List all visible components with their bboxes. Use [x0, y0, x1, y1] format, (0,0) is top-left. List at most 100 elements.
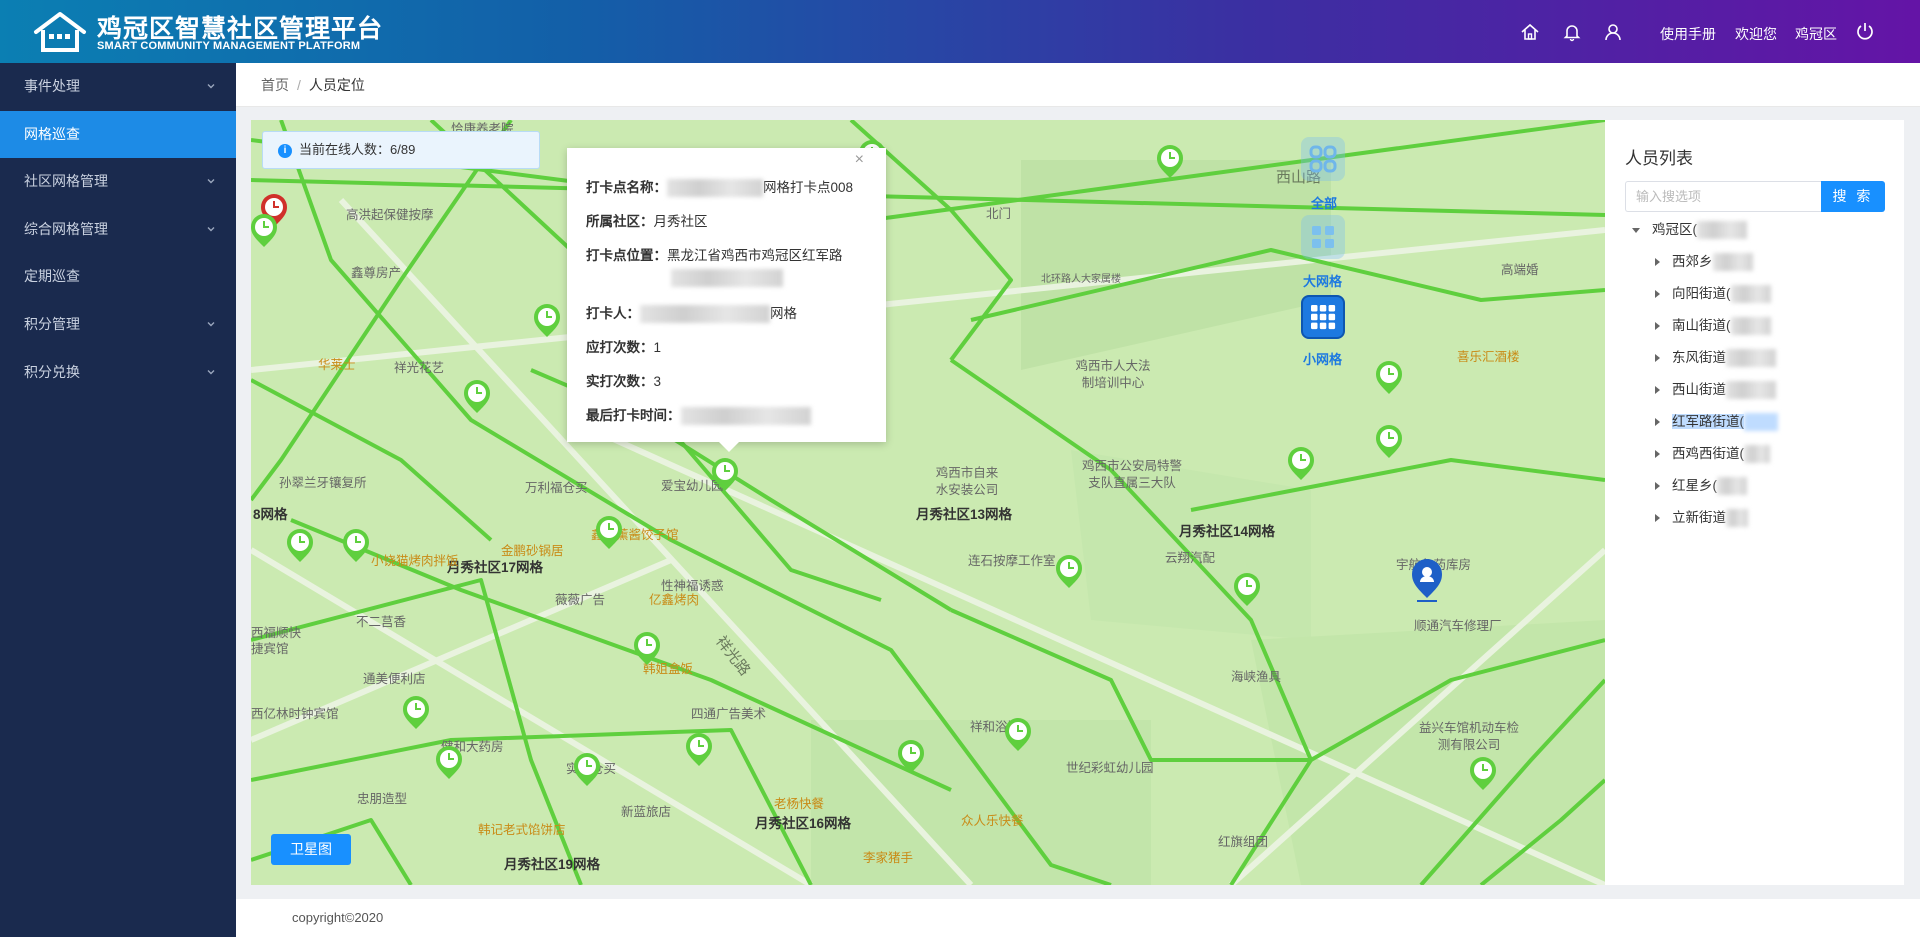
- sidebar-item-event[interactable]: 事件处理: [0, 63, 236, 111]
- poi-label[interactable]: 北门: [986, 203, 1011, 222]
- sidebar-item-points-exchange[interactable]: 积分兑换: [0, 349, 236, 397]
- poi-label[interactable]: 红旗组团: [1218, 831, 1268, 850]
- tree-node[interactable]: 立新街道: [1655, 508, 1748, 528]
- tree-node-label: 东风街道: [1672, 350, 1726, 365]
- poi-label[interactable]: 韩姐盒饭: [643, 658, 693, 677]
- popup-community-value: 月秀社区: [653, 214, 708, 229]
- layer-large-grid-label[interactable]: 大网格: [1303, 271, 1342, 290]
- breadcrumb-current: 人员定位: [308, 77, 365, 93]
- poi-label[interactable]: 世纪彩虹幼儿园: [1066, 757, 1154, 776]
- poi-label[interactable]: 四通广告美术: [691, 703, 766, 722]
- poi-label[interactable]: 孙翠兰牙镶复所: [279, 472, 367, 491]
- poi-label[interactable]: 亿鑫烤肉: [649, 589, 699, 608]
- sidebar-item-label: 社区网格管理: [24, 173, 108, 190]
- layer-large-grid-button[interactable]: [1301, 215, 1345, 259]
- tree-node[interactable]: 向阳街道(: [1655, 284, 1771, 304]
- close-icon[interactable]: ×: [855, 151, 864, 169]
- poi-label[interactable]: 鸡西市人大法制培训中心: [1073, 358, 1153, 392]
- manual-link[interactable]: 使用手册: [1660, 24, 1716, 44]
- poi-label[interactable]: 不二莒香: [356, 611, 406, 630]
- chevron-down-icon: [207, 84, 215, 89]
- poi-label[interactable]: 爱宝幼儿园: [661, 475, 724, 494]
- poi-label[interactable]: 鑫亭薰酱饺子馆: [591, 524, 679, 543]
- poi-label[interactable]: 海峡渔具: [1231, 666, 1281, 685]
- tree-node[interactable]: 红军路街道(: [1655, 412, 1778, 432]
- breadcrumb-home[interactable]: 首页: [261, 77, 289, 93]
- poi-label[interactable]: 忠朋造型: [357, 788, 407, 807]
- power-icon[interactable]: [1855, 21, 1875, 41]
- poi-label[interactable]: 鸡西市公安局特警支队直属三大队: [1077, 458, 1187, 492]
- tree-node[interactable]: 西郊乡: [1655, 252, 1753, 272]
- poi-label[interactable]: 顺通汽车修理厂: [1414, 615, 1502, 634]
- sidebar-item-grid-patrol[interactable]: 网格巡查: [0, 110, 236, 159]
- search-button[interactable]: 搜 索: [1821, 181, 1885, 212]
- sidebar-item-label: 网格巡查: [24, 125, 80, 142]
- poi-label[interactable]: 实惠仓买: [566, 758, 616, 777]
- poi-label[interactable]: 华莱士: [318, 354, 356, 373]
- poi-label[interactable]: 老杨快餐: [774, 793, 824, 812]
- poi-label[interactable]: 祥光花艺: [394, 357, 444, 376]
- poi-label[interactable]: 新蓝旅店: [621, 801, 671, 820]
- poi-label[interactable]: 北环路人大家属楼: [1041, 270, 1121, 285]
- poi-label[interactable]: 韩记老式馅饼店: [478, 819, 566, 838]
- user-icon[interactable]: [1603, 22, 1623, 42]
- poi-label[interactable]: 通美便利店: [363, 668, 426, 687]
- sidebar-item-community-grid[interactable]: 社区网格管理: [0, 158, 236, 206]
- tree-root-node[interactable]: 鸡冠区(: [1632, 220, 1747, 240]
- current-user[interactable]: 鸡冠区: [1795, 24, 1837, 44]
- search-input[interactable]: [1625, 181, 1821, 212]
- poi-label[interactable]: 西亿林时钟宾馆: [251, 703, 339, 722]
- grid-small-icon: [1311, 305, 1336, 330]
- caret-right-icon: [1655, 514, 1660, 523]
- poi-label[interactable]: 高端婚: [1501, 259, 1539, 278]
- tree-node[interactable]: 西山街道: [1655, 380, 1776, 400]
- popup-community-label: 所属社区：: [586, 214, 654, 229]
- tree-node-label: 西郊乡: [1672, 254, 1713, 269]
- poi-label[interactable]: 金鹏砂锅居: [501, 540, 564, 559]
- tree-node-label: 鸡冠区(: [1652, 222, 1697, 237]
- sidebar-item-general-grid[interactable]: 综合网格管理: [0, 206, 236, 254]
- poi-label[interactable]: 鑫尊房产: [351, 262, 401, 281]
- poi-label[interactable]: 薇薇广告: [555, 589, 605, 608]
- tree-node[interactable]: 东风街道: [1655, 348, 1776, 368]
- poi-label[interactable]: 李家猪手: [863, 847, 913, 866]
- tree-node[interactable]: 西鸡西街道(: [1655, 444, 1770, 464]
- sidebar-item-label: 综合网格管理: [24, 220, 108, 237]
- checkin-info-popup: × 打卡点名称： 网格打卡点008 所属社区：月秀社区 打卡点位置：黑龙江省鸡西市…: [567, 148, 886, 452]
- layer-all-button[interactable]: [1301, 137, 1345, 181]
- sidebar-item-label: 积分管理: [24, 315, 80, 332]
- redacted-text: [680, 407, 811, 426]
- poi-label[interactable]: 健和大药房: [441, 736, 504, 755]
- sidebar-item-regular-patrol[interactable]: 定期巡查: [0, 253, 236, 301]
- caret-right-icon: [1655, 482, 1660, 491]
- poi-label[interactable]: 鸡西市自来水安装公司: [934, 465, 1000, 499]
- caret-right-icon: [1655, 258, 1660, 267]
- redacted-text: [1726, 349, 1776, 368]
- map-view[interactable]: 西山路 祥光路 月秀社区13网格 月秀社区14网格 月秀社区17网格 月秀社区1…: [251, 120, 1605, 885]
- layer-all-label[interactable]: 全部: [1311, 193, 1337, 212]
- layer-small-grid-button[interactable]: [1301, 295, 1345, 339]
- bell-icon[interactable]: [1562, 22, 1582, 42]
- poi-label[interactable]: 云翔汽配: [1165, 547, 1215, 566]
- poi-label[interactable]: 万利福仓买: [525, 477, 588, 496]
- satellite-button[interactable]: 卫星图: [271, 834, 351, 865]
- poi-label[interactable]: 高洪起保健按摩: [346, 204, 434, 223]
- tree-node[interactable]: 南山街道(: [1655, 316, 1771, 336]
- caret-right-icon: [1655, 290, 1660, 299]
- poi-label[interactable]: 西福顺快捷宾馆: [251, 625, 311, 657]
- poi-label[interactable]: 祥和浴池: [970, 716, 1020, 735]
- popup-actual-label: 实打次数：: [586, 374, 654, 389]
- poi-label[interactable]: 连石按摩工作室: [968, 550, 1056, 569]
- poi-label[interactable]: 喜乐汇酒楼: [1457, 346, 1520, 365]
- poi-label[interactable]: 益兴车馆机动车检测有限公司: [1419, 720, 1519, 754]
- popup-person-label: 打卡人：: [586, 306, 640, 321]
- poi-label[interactable]: 众人乐快餐: [961, 810, 1024, 829]
- tree-node[interactable]: 红星乡(: [1655, 476, 1747, 496]
- redacted-text: [640, 305, 770, 324]
- layer-small-grid-label[interactable]: 小网格: [1303, 349, 1342, 368]
- popup-name-value: 网格打卡点008: [763, 180, 854, 195]
- sidebar-item-points[interactable]: 积分管理: [0, 301, 236, 349]
- home-icon[interactable]: [1520, 22, 1540, 42]
- poi-label[interactable]: 小饶猫烤肉拌饭: [371, 550, 459, 569]
- poi-label[interactable]: 宇航鲁药库房: [1396, 554, 1471, 573]
